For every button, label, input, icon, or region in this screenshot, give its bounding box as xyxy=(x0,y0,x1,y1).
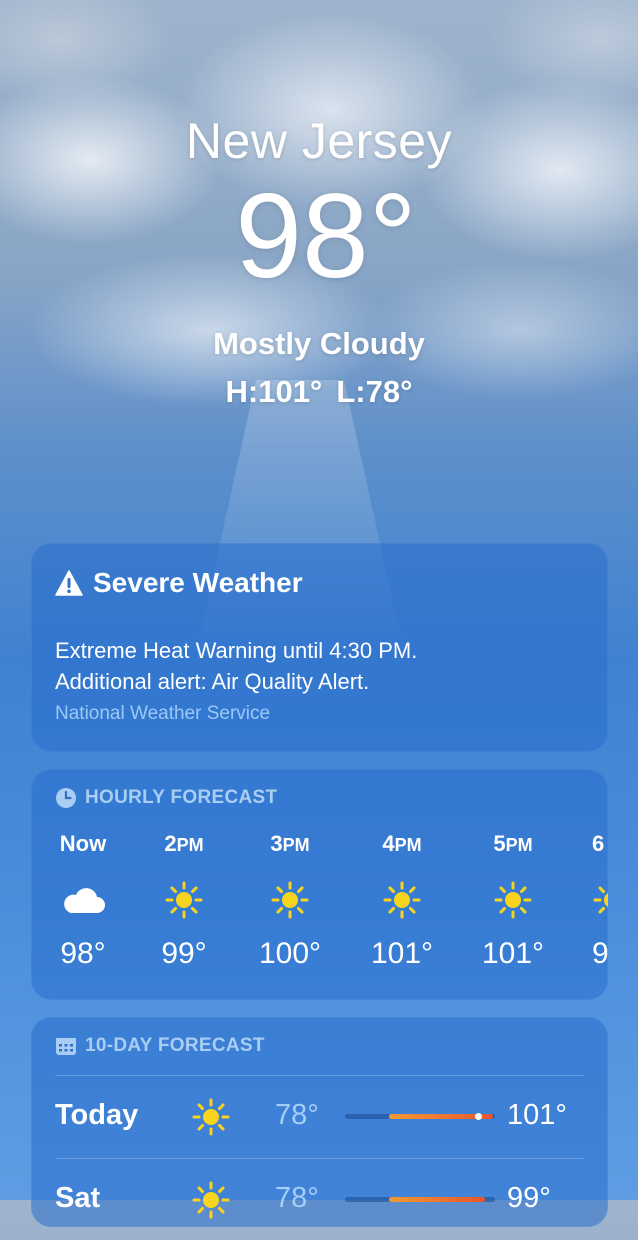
hour-temp: 101° xyxy=(370,937,434,970)
high-temp: H:101° xyxy=(225,374,323,409)
sun-icon xyxy=(347,879,457,921)
alert-text: Extreme Heat Warning until 4:30 PM. Addi… xyxy=(55,635,417,697)
hour-item[interactable]: 2PM 99° xyxy=(129,829,239,971)
hour-temp: 9 xyxy=(592,937,608,970)
hour-temp: 98° xyxy=(60,937,106,970)
clock-icon xyxy=(56,788,76,808)
current-temp-dot xyxy=(475,1113,482,1120)
temperature-range-bar xyxy=(345,1113,495,1120)
divider xyxy=(55,1075,584,1076)
hourly-title: HOURLY FORECAST xyxy=(85,787,278,808)
current-conditions: New Jersey 98° Mostly Cloudy H:101° L:78° xyxy=(0,112,638,410)
day-high: 99° xyxy=(507,1182,551,1214)
hour-item[interactable]: 5PM 101° xyxy=(458,829,568,971)
hour-time: Now xyxy=(59,831,107,856)
condition-text: Mostly Cloudy xyxy=(213,326,425,361)
day-row[interactable]: Sat 78° 99° xyxy=(31,1160,608,1240)
cloud-icon xyxy=(31,879,138,921)
high-low: H:101° L:78° xyxy=(0,374,638,410)
alert-line-1: Extreme Heat Warning until 4:30 PM. xyxy=(55,638,418,663)
hour-time: 6 xyxy=(592,831,605,856)
calendar-icon xyxy=(56,1038,76,1055)
alert-source-link[interactable]: National Weather Service xyxy=(55,703,270,725)
hour-time: 4PM xyxy=(382,831,422,856)
divider xyxy=(55,1158,584,1159)
sun-icon xyxy=(458,879,568,921)
hour-item[interactable]: 4PM 101° xyxy=(347,829,457,971)
alert-title: Severe Weather xyxy=(93,567,303,598)
hourly-header: HOURLY FORECAST xyxy=(55,787,277,809)
hour-time: 2PM xyxy=(164,831,204,856)
sun-icon xyxy=(129,879,239,921)
hour-temp: 99° xyxy=(161,937,207,970)
hour-temp: 101° xyxy=(481,937,545,970)
current-temperature: 98° xyxy=(235,169,417,303)
day-name: Today xyxy=(55,1099,139,1131)
hour-time: 5PM xyxy=(493,831,533,856)
hourly-forecast-card[interactable]: HOURLY FORECAST Now 98° 2PM 99° 3PM 100°… xyxy=(31,769,608,1000)
day-name: Sat xyxy=(55,1182,101,1214)
alert-header: Severe Weather xyxy=(55,567,303,599)
location-name: New Jersey xyxy=(185,113,453,169)
hourly-strip[interactable]: Now 98° 2PM 99° 3PM 100° 4PM 101° 5PM 10… xyxy=(31,829,608,989)
sun-icon xyxy=(592,879,608,921)
daily-header: 10-DAY FORECAST xyxy=(55,1035,265,1057)
warning-icon xyxy=(55,570,83,596)
hour-item[interactable]: 3PM 100° xyxy=(235,829,345,971)
sun-icon xyxy=(235,879,345,921)
hour-item[interactable]: 6 9 xyxy=(571,829,608,971)
low-temp: L:78° xyxy=(336,374,413,409)
hour-time: 3PM xyxy=(270,831,310,856)
day-low: 78° xyxy=(275,1182,319,1214)
day-high: 101° xyxy=(507,1099,567,1131)
day-low: 78° xyxy=(275,1099,319,1131)
severe-weather-card[interactable]: Severe Weather Extreme Heat Warning unti… xyxy=(31,543,608,752)
day-row[interactable]: Today 78° 101° xyxy=(31,1077,608,1157)
sun-icon xyxy=(191,1180,231,1225)
hour-temp: 100° xyxy=(258,937,322,970)
daily-title: 10-DAY FORECAST xyxy=(85,1035,265,1056)
alert-line-2: Additional alert: Air Quality Alert. xyxy=(55,669,370,694)
ten-day-forecast-card[interactable]: 10-DAY FORECAST Today 78° 101° Sat 78° 9… xyxy=(31,1017,608,1227)
hour-item[interactable]: Now 98° xyxy=(31,829,138,971)
sun-icon xyxy=(191,1097,231,1142)
